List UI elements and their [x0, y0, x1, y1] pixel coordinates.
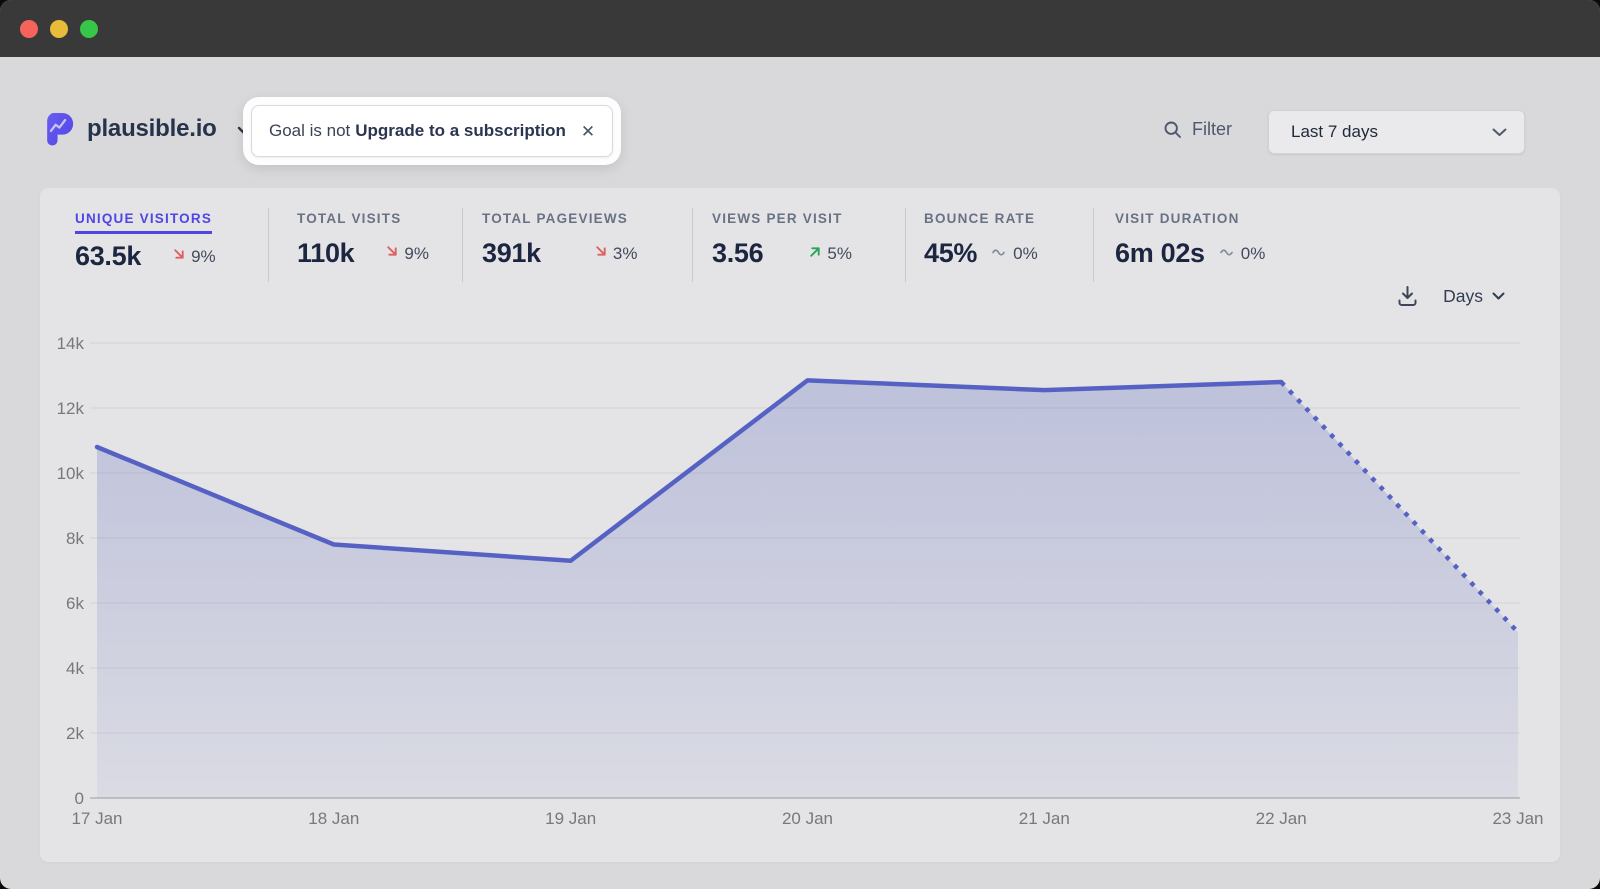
- filter-value: Upgrade to a subscription: [355, 121, 566, 141]
- visitors-area-chart[interactable]: 0 2k 4k 6k 8k 10k 12k 14k 17 Jan 18 Jan 19 Jan 20 J…: [40, 188, 1560, 862]
- filter-prefix: Goal is not: [269, 121, 350, 141]
- svg-text:8k: 8k: [66, 529, 84, 548]
- app-window: plausible.io Goal is not Upgrade to a su…: [0, 0, 1600, 889]
- svg-text:18 Jan: 18 Jan: [308, 809, 359, 828]
- svg-text:12k: 12k: [57, 399, 85, 418]
- maximize-window-button[interactable]: [80, 20, 98, 38]
- svg-text:20 Jan: 20 Jan: [782, 809, 833, 828]
- svg-text:14k: 14k: [57, 334, 85, 353]
- macos-titlebar: [0, 0, 1600, 57]
- plausible-logo-icon: [43, 112, 74, 146]
- dashboard-card: UNIQUE VISITORS63.5k9%TOTAL VISITS110k9%…: [40, 188, 1560, 862]
- site-switcher[interactable]: plausible.io: [43, 112, 253, 146]
- svg-text:10k: 10k: [57, 464, 85, 483]
- svg-text:23 Jan: 23 Jan: [1492, 809, 1543, 828]
- filter-button-label: Filter: [1192, 119, 1232, 140]
- svg-text:4k: 4k: [66, 659, 84, 678]
- svg-text:19 Jan: 19 Jan: [545, 809, 596, 828]
- site-name: plausible.io: [87, 115, 217, 143]
- svg-text:0: 0: [75, 789, 84, 808]
- svg-text:2k: 2k: [66, 724, 84, 743]
- svg-text:21 Jan: 21 Jan: [1019, 809, 1070, 828]
- svg-text:22 Jan: 22 Jan: [1256, 809, 1307, 828]
- svg-text:17 Jan: 17 Jan: [71, 809, 122, 828]
- svg-text:6k: 6k: [66, 594, 84, 613]
- filter-goal-condition[interactable]: Goal is not Upgrade to a subscription ✕: [251, 105, 613, 157]
- filter-button[interactable]: Filter: [1163, 119, 1232, 140]
- date-range-value: Last 7 days: [1291, 122, 1378, 142]
- active-filter-pill: Goal is not Upgrade to a subscription ✕: [243, 97, 621, 165]
- date-range-select[interactable]: Last 7 days: [1268, 110, 1525, 154]
- chevron-down-icon: [1492, 128, 1507, 137]
- minimize-window-button[interactable]: [50, 20, 68, 38]
- remove-filter-icon[interactable]: ✕: [581, 123, 595, 140]
- close-window-button[interactable]: [20, 20, 38, 38]
- search-icon: [1163, 120, 1183, 140]
